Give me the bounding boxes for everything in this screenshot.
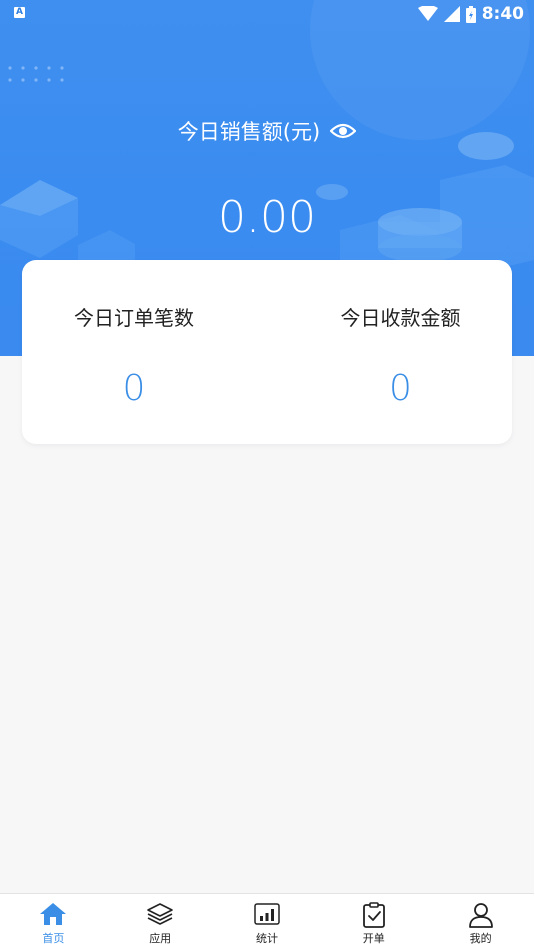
bottom-tab-bar: 首页 应用 统计 开单 我的 <box>0 893 534 951</box>
bar-chart-icon <box>254 903 280 925</box>
tab-stats[interactable]: 统计 <box>214 894 321 951</box>
wifi-icon <box>417 6 438 21</box>
layers-icon <box>147 903 173 925</box>
clipboard-check-icon <box>362 902 385 928</box>
eye-icon[interactable] <box>330 122 357 140</box>
tab-label: 开单 <box>362 932 385 945</box>
cell-signal-icon <box>443 6 460 22</box>
stats-card: 今日订单笔数 0 今日收款金额 0 <box>22 260 512 444</box>
stat-value: 0 <box>389 368 412 409</box>
stat-order-count[interactable]: 今日订单笔数 0 <box>22 260 246 444</box>
notification-icon: A <box>14 7 25 18</box>
home-icon <box>40 903 67 925</box>
tab-home[interactable]: 首页 <box>0 894 107 951</box>
tab-profile[interactable]: 我的 <box>427 894 534 951</box>
battery-icon <box>465 5 476 23</box>
stat-collection-amount[interactable]: 今日收款金额 0 <box>289 260 512 444</box>
sales-amount: 0.00 <box>218 192 316 243</box>
sales-label-row: 今日销售额(元) <box>0 116 534 146</box>
sales-label: 今日销售额(元) <box>177 120 321 144</box>
clock: 8:40 <box>481 4 524 24</box>
stat-value: 0 <box>122 368 146 409</box>
tab-create-order[interactable]: 开单 <box>320 894 427 951</box>
tab-label: 统计 <box>255 932 278 945</box>
tab-apps[interactable]: 应用 <box>107 894 214 951</box>
tab-label: 首页 <box>42 932 65 945</box>
tab-label: 我的 <box>469 932 492 945</box>
stat-label: 今日收款金额 <box>340 306 461 330</box>
tab-label: 应用 <box>149 932 172 945</box>
stat-label: 今日订单笔数 <box>74 306 194 330</box>
status-bar: A 8:40 <box>0 0 534 28</box>
user-icon <box>468 903 493 928</box>
